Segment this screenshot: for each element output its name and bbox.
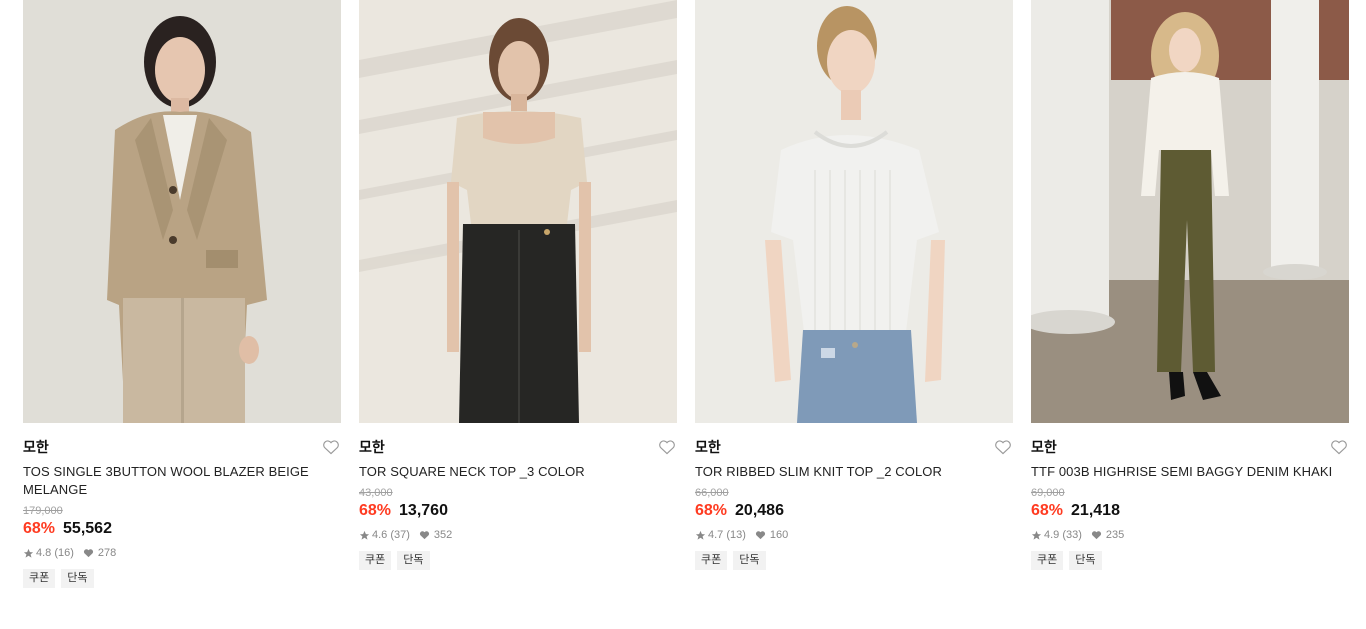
original-price: 43,000 [359,487,393,499]
product-card[interactable]: 모한 TOR RIBBED SLIM KNIT TOP _2 COLOR 66,… [695,0,1013,588]
exclusive-tag: 단독 [1069,551,1102,570]
coupon-tag: 쿠폰 [23,569,56,588]
brand-name[interactable]: 모한 [23,437,49,457]
product-stats: 4.7 (13) 160 [695,529,1013,541]
heart-icon [419,531,429,540]
tag-list: 쿠폰 단독 [695,551,1013,570]
wishlist-heart-icon[interactable] [994,439,1012,455]
star-icon [695,530,706,540]
like-count: 352 [433,529,453,541]
discount-rate: 68% [695,502,728,519]
sale-price: 20,486 [735,502,784,519]
product-name[interactable]: TTF 003B HIGHRISE SEMI BAGGY DENIM KHAKI [1031,463,1349,481]
tag-list: 쿠폰 단독 [23,569,341,588]
star-icon [23,548,34,558]
brand-name[interactable]: 모한 [1031,437,1057,457]
product-image[interactable] [695,0,1013,423]
sale-price: 55,562 [63,520,112,537]
product-name[interactable]: TOS SINGLE 3BUTTON WOOL BLAZER BEIGE MEL… [23,463,341,499]
heart-icon [83,549,93,558]
tag-list: 쿠폰 단독 [359,551,677,570]
review-count: (37) [390,529,410,541]
product-name[interactable]: TOR RIBBED SLIM KNIT TOP _2 COLOR [695,463,1013,481]
original-price: 66,000 [695,487,729,499]
product-stats: 4.9 (33) 235 [1031,529,1349,541]
rating: 4.6 [372,529,388,541]
sale-price: 21,418 [1071,502,1120,519]
review-count: (33) [1062,529,1082,541]
rating: 4.7 [708,529,724,541]
product-card[interactable]: 모한 TOS SINGLE 3BUTTON WOOL BLAZER BEIGE … [23,0,341,588]
brand-name[interactable]: 모한 [359,437,385,457]
product-image[interactable] [1031,0,1349,423]
heart-icon [755,531,765,540]
rating: 4.9 [1044,529,1060,541]
exclusive-tag: 단독 [397,551,430,570]
review-count: (16) [54,547,74,559]
coupon-tag: 쿠폰 [695,551,728,570]
product-stats: 4.8 (16) 278 [23,547,341,559]
star-icon [359,530,370,540]
wishlist-heart-icon[interactable] [1330,439,1348,455]
product-stats: 4.6 (37) 352 [359,529,677,541]
product-card[interactable]: 모한 TTF 003B HIGHRISE SEMI BAGGY DENIM KH… [1031,0,1349,588]
rating: 4.8 [36,547,52,559]
product-grid: 모한 TOS SINGLE 3BUTTON WOOL BLAZER BEIGE … [23,0,1349,588]
sale-price: 13,760 [399,502,448,519]
review-count: (13) [726,529,746,541]
brand-name[interactable]: 모한 [695,437,721,457]
discount-rate: 68% [23,520,56,537]
discount-rate: 68% [359,502,392,519]
product-image[interactable] [359,0,677,423]
wishlist-heart-icon[interactable] [322,439,340,455]
exclusive-tag: 단독 [733,551,766,570]
like-count: 278 [97,547,117,559]
product-name[interactable]: TOR SQUARE NECK TOP _3 COLOR [359,463,677,481]
heart-icon [1091,531,1101,540]
original-price: 69,000 [1031,487,1065,499]
coupon-tag: 쿠폰 [1031,551,1064,570]
tag-list: 쿠폰 단독 [1031,551,1349,570]
star-icon [1031,530,1042,540]
like-count: 160 [769,529,789,541]
product-card[interactable]: 모한 TOR SQUARE NECK TOP _3 COLOR 43,000 6… [359,0,677,588]
wishlist-heart-icon[interactable] [658,439,676,455]
product-image[interactable] [23,0,341,423]
discount-rate: 68% [1031,502,1064,519]
coupon-tag: 쿠폰 [359,551,392,570]
exclusive-tag: 단독 [61,569,94,588]
original-price: 179,000 [23,505,63,517]
like-count: 235 [1105,529,1125,541]
